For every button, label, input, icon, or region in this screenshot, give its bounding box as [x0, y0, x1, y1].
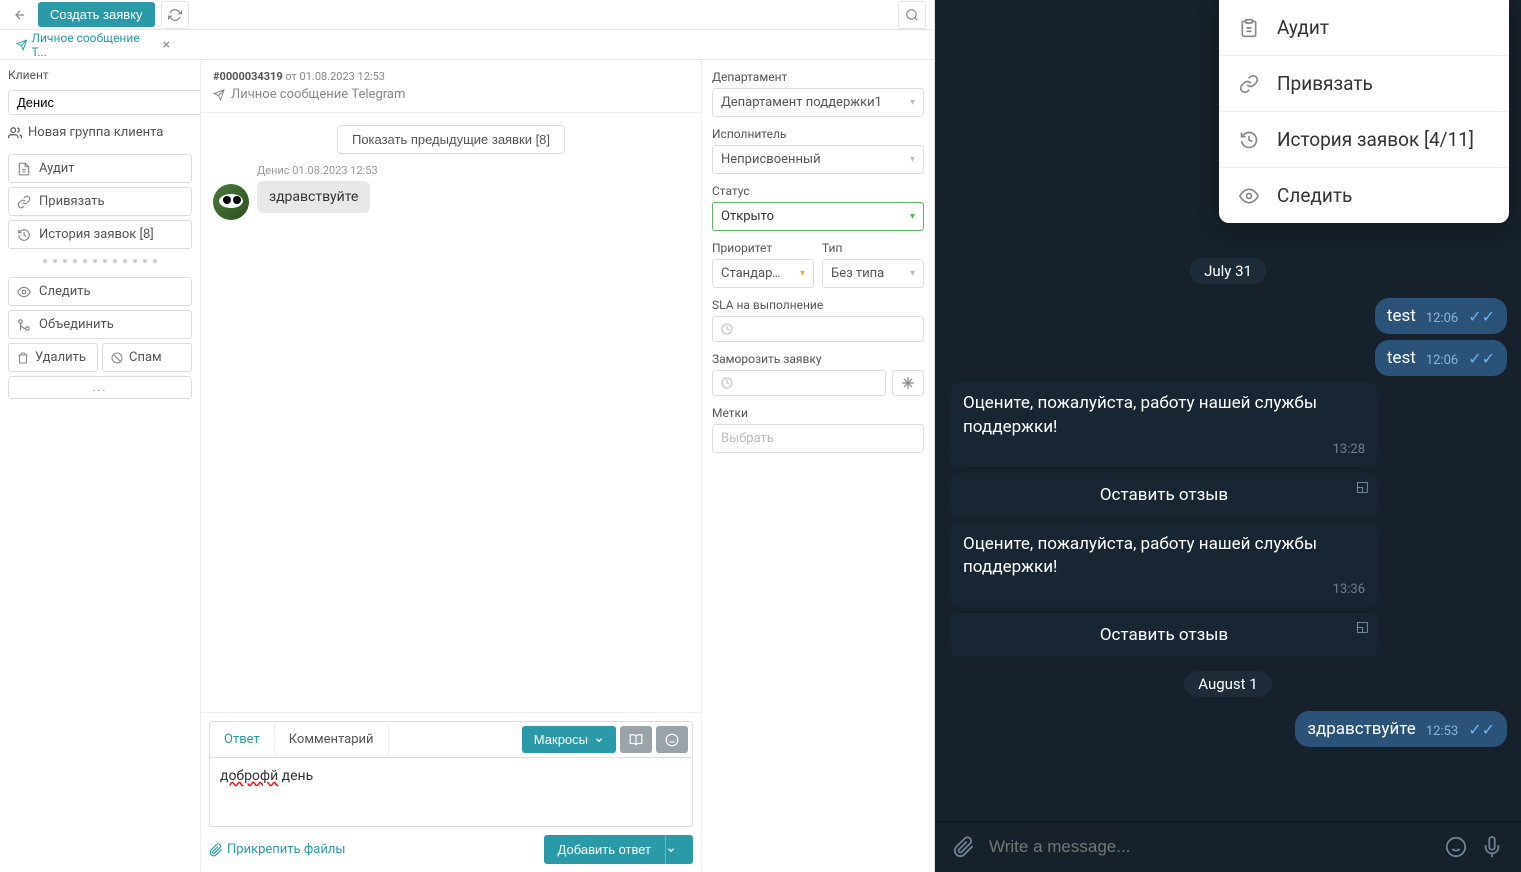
close-icon[interactable]: × [163, 37, 170, 53]
emoji-button[interactable] [656, 726, 688, 753]
tg-menu-watch[interactable]: Следить [1219, 168, 1509, 223]
tags-select[interactable]: Выбрать [712, 424, 924, 453]
submit-dropdown[interactable] [665, 835, 693, 864]
message-item: Денис 01.08.2023 12:53 здравствуйте [213, 164, 689, 220]
reply-textarea[interactable]: доброфй день [209, 757, 693, 827]
telegram-dropdown-menu: Аудит Привязать История заявок [4/11] Сл… [1219, 0, 1509, 223]
audit-button[interactable]: Аудит [8, 154, 192, 183]
tab-ticket[interactable]: Личное сообщение Т... × [8, 27, 178, 63]
topbar: Создать заявку [0, 0, 934, 30]
macros-button[interactable]: Макросы [522, 726, 616, 753]
priority-label: Приоритет [712, 241, 814, 255]
tab-label: Личное сообщение Т... [32, 31, 153, 59]
out-message[interactable]: test 12:06 ✓✓ [1375, 298, 1507, 334]
mic-icon[interactable] [1481, 836, 1503, 858]
tags-label: Метки [712, 406, 924, 420]
dots-separator [8, 255, 192, 267]
feedback-button[interactable]: ◱ Оставить отзыв [949, 613, 1379, 657]
message-bubble: здравствуйте [257, 181, 370, 213]
date-badge: August 1 [1184, 671, 1271, 697]
eye-icon [1239, 186, 1259, 206]
delete-button[interactable]: Удалить [8, 343, 98, 372]
checkmark-icon: ✓✓ [1468, 720, 1495, 739]
more-button[interactable]: ... [8, 376, 192, 399]
history-icon [1239, 130, 1259, 150]
left-sidebar: Клиент Новая группа клиента Аудит Привяз [0, 60, 200, 872]
ticket-source: Личное сообщение Telegram [213, 87, 689, 102]
freeze-input[interactable] [712, 370, 886, 396]
bind-button[interactable]: Привязать [8, 187, 192, 216]
submit-reply-button[interactable]: Добавить ответ [544, 835, 665, 864]
kb-button[interactable] [620, 726, 652, 753]
history-button[interactable]: История заявок [8] [8, 220, 192, 249]
type-select[interactable]: Без типа▾ [822, 259, 924, 288]
freeze-label: Заморозить заявку [712, 352, 924, 366]
status-label: Статус [712, 184, 924, 198]
show-previous-button[interactable]: Показать предыдущие заявки [8] [337, 125, 565, 154]
ticket-properties: Департамент Департамент поддержки1▾ Испо… [702, 60, 934, 872]
reply-area: Ответ Комментарий Макросы [201, 712, 701, 872]
tg-menu-history[interactable]: История заявок [4/11] [1219, 112, 1509, 168]
out-message[interactable]: здравствуйте 12:53 ✓✓ [1295, 711, 1507, 747]
telegram-app: Аудит Привязать История заявок [4/11] Сл… [935, 0, 1521, 872]
create-ticket-button[interactable]: Создать заявку [38, 2, 155, 27]
feedback-button[interactable]: ◱ Оставить отзыв [949, 473, 1379, 517]
tg-menu-bind[interactable]: Привязать [1219, 56, 1509, 112]
helpdesk-app: Создать заявку Личное сообщение Т... × К… [0, 0, 935, 872]
sla-label: SLA на выполнение [712, 298, 924, 312]
external-icon: ◱ [1356, 479, 1369, 495]
messages-area: Денис 01.08.2023 12:53 здравствуйте [201, 164, 701, 712]
type-label: Тип [822, 241, 924, 255]
attach-button[interactable]: Прикрепить файлы [209, 842, 345, 857]
in-message[interactable]: Оцените, пожалуйста, работу нашей службы… [949, 382, 1379, 467]
avatar [213, 184, 249, 220]
executor-label: Исполнитель [712, 127, 924, 141]
tg-menu-audit[interactable]: Аудит [1219, 0, 1509, 56]
search-button[interactable] [898, 1, 926, 29]
back-button[interactable] [8, 3, 32, 27]
link-icon [1239, 74, 1259, 94]
external-icon: ◱ [1356, 619, 1369, 635]
refresh-button[interactable] [161, 1, 189, 29]
ticket-id-line: #0000034319 от 01.08.2023 12:53 [213, 70, 689, 83]
client-label: Клиент [8, 68, 192, 82]
reply-tab[interactable]: Ответ [210, 724, 275, 755]
sla-input[interactable] [712, 316, 924, 342]
telegram-input-bar [935, 821, 1521, 872]
ticket-center: #0000034319 от 01.08.2023 12:53 Личное с… [200, 60, 702, 872]
executor-select[interactable]: Неприсвоенный▾ [712, 145, 924, 174]
clipboard-icon [1239, 18, 1259, 38]
emoji-icon[interactable] [1445, 836, 1467, 858]
new-client-group[interactable]: Новая группа клиента [8, 121, 192, 144]
spam-button[interactable]: Спам [102, 343, 192, 372]
attach-icon[interactable] [953, 836, 975, 858]
department-select[interactable]: Департамент поддержки1▾ [712, 88, 924, 117]
comment-tab[interactable]: Комментарий [275, 724, 389, 755]
status-select[interactable]: Открыто▾ [712, 202, 924, 231]
merge-button[interactable]: Объединить [8, 310, 192, 339]
date-badge: July 31 [1190, 258, 1266, 284]
out-message[interactable]: test 12:06 ✓✓ [1375, 340, 1507, 376]
priority-select[interactable]: Стандартно▾ [712, 259, 814, 288]
checkmark-icon: ✓✓ [1468, 307, 1495, 326]
tabs-bar: Личное сообщение Т... × [0, 30, 934, 60]
message-meta: Денис 01.08.2023 12:53 [257, 164, 378, 177]
snowflake-button[interactable] [892, 370, 924, 396]
in-message[interactable]: Оцените, пожалуйста, работу нашей службы… [949, 523, 1379, 608]
checkmark-icon: ✓✓ [1468, 349, 1495, 368]
message-input[interactable] [989, 837, 1431, 857]
department-label: Департамент [712, 70, 924, 84]
client-input[interactable] [8, 90, 200, 115]
watch-button[interactable]: Следить [8, 277, 192, 306]
